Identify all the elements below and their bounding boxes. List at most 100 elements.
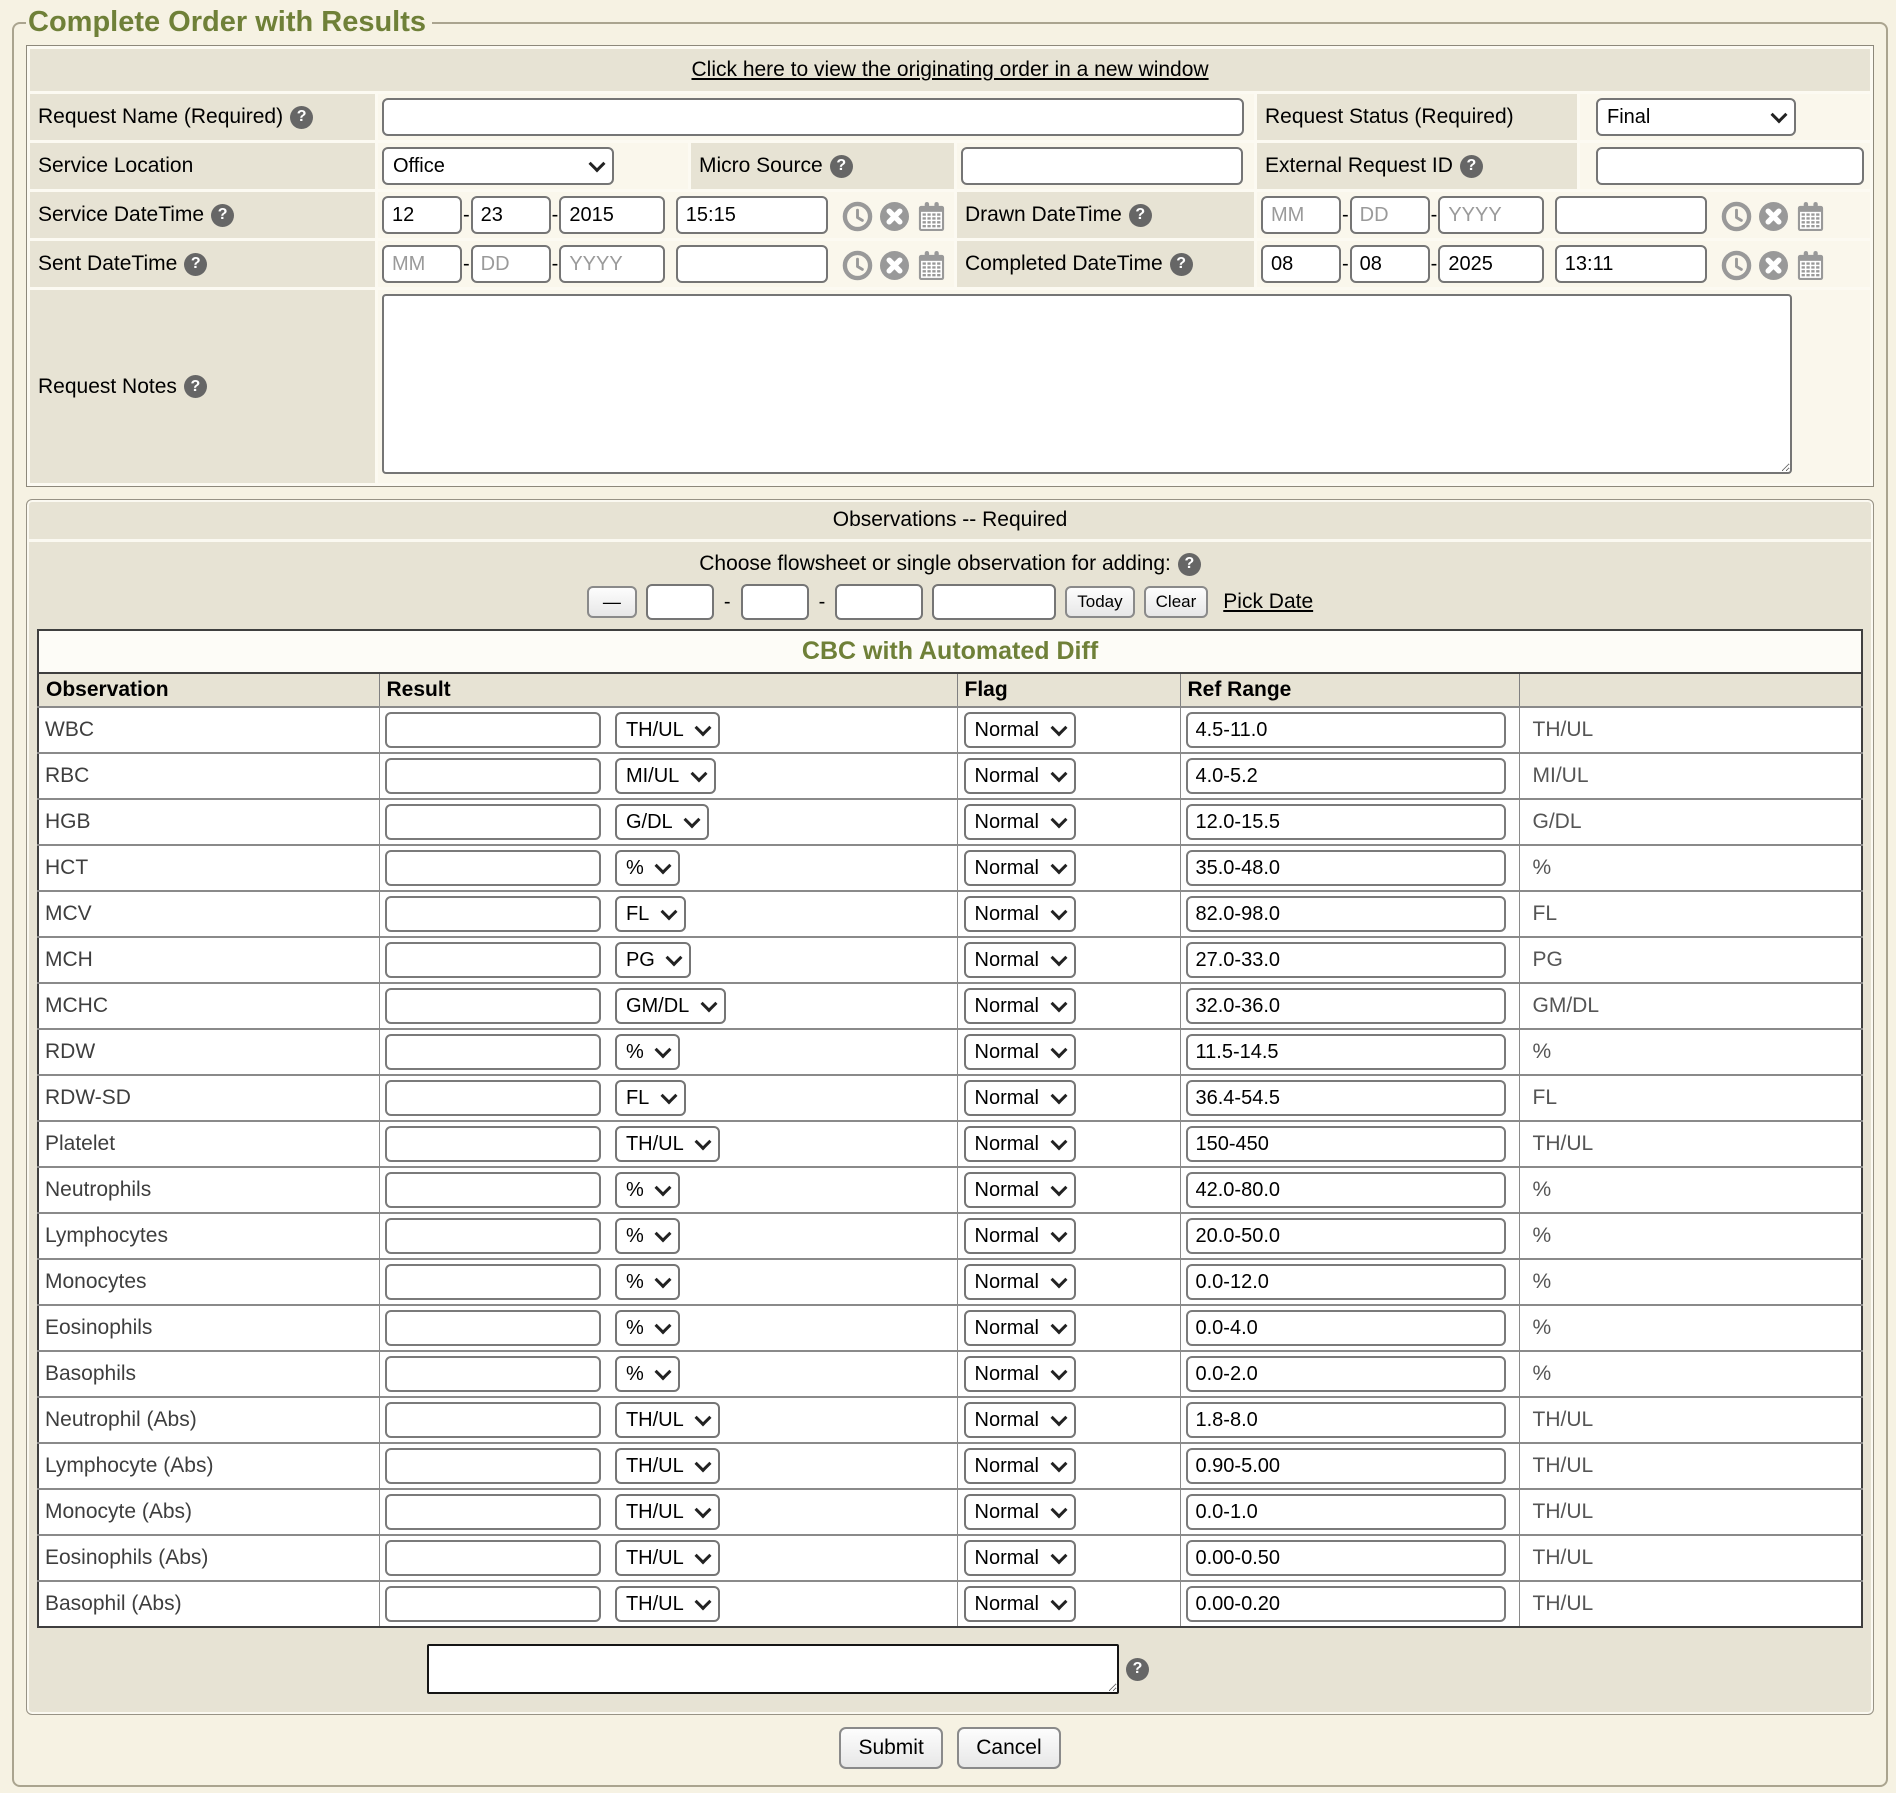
ref-range-input[interactable] xyxy=(1186,1494,1506,1530)
result-unit-select[interactable]: % xyxy=(615,1218,680,1254)
help-icon[interactable]: ? xyxy=(290,106,313,129)
cancel-button[interactable]: Cancel xyxy=(957,1727,1060,1769)
ref-range-input[interactable] xyxy=(1186,1540,1506,1576)
calendar-icon[interactable] xyxy=(1795,201,1826,232)
result-unit-select[interactable]: MI/UL xyxy=(615,758,716,794)
pick-date-link[interactable]: Pick Date xyxy=(1223,590,1313,614)
sent-datetime-month-input[interactable] xyxy=(382,245,462,283)
ref-range-input[interactable] xyxy=(1186,1402,1506,1438)
service-datetime-month-input[interactable] xyxy=(382,196,462,234)
result-input[interactable] xyxy=(385,1218,601,1254)
result-unit-select[interactable]: % xyxy=(615,1172,680,1208)
ref-range-input[interactable] xyxy=(1186,712,1506,748)
ref-range-input[interactable] xyxy=(1186,1356,1506,1392)
result-unit-select[interactable]: FL xyxy=(615,896,686,932)
submit-button[interactable]: Submit xyxy=(839,1727,942,1769)
flag-select[interactable]: Normal xyxy=(964,804,1076,840)
flag-select[interactable]: Normal xyxy=(964,1310,1076,1346)
result-unit-select[interactable]: PG xyxy=(615,942,691,978)
clear-button[interactable]: Clear xyxy=(1144,586,1209,618)
help-icon[interactable]: ? xyxy=(1129,204,1152,227)
help-icon[interactable]: ? xyxy=(830,155,853,178)
result-unit-select[interactable]: TH/UL xyxy=(615,1126,720,1162)
sent-datetime-day-input[interactable] xyxy=(471,245,551,283)
flag-select[interactable]: Normal xyxy=(964,1126,1076,1162)
result-input[interactable] xyxy=(385,850,601,886)
result-input[interactable] xyxy=(385,804,601,840)
completed-datetime-day-input[interactable] xyxy=(1350,245,1430,283)
clear-date-icon[interactable] xyxy=(879,201,910,232)
result-input[interactable] xyxy=(385,1126,601,1162)
help-icon[interactable]: ? xyxy=(211,204,234,227)
clock-icon[interactable] xyxy=(842,201,873,232)
clear-date-icon[interactable] xyxy=(1758,250,1789,281)
flag-select[interactable]: Normal xyxy=(964,942,1076,978)
ref-range-input[interactable] xyxy=(1186,1126,1506,1162)
external-request-id-input[interactable] xyxy=(1596,147,1864,185)
service-location-select[interactable]: Office xyxy=(382,147,614,185)
result-input[interactable] xyxy=(385,1356,601,1392)
result-input[interactable] xyxy=(385,896,601,932)
flag-select[interactable]: Normal xyxy=(964,1218,1076,1254)
flag-select[interactable]: Normal xyxy=(964,1034,1076,1070)
ref-range-input[interactable] xyxy=(1186,1172,1506,1208)
calendar-icon[interactable] xyxy=(916,201,947,232)
flag-select[interactable]: Normal xyxy=(964,896,1076,932)
result-input[interactable] xyxy=(385,1172,601,1208)
ref-range-input[interactable] xyxy=(1186,758,1506,794)
drawn-datetime-year-input[interactable] xyxy=(1438,196,1544,234)
micro-source-input[interactable] xyxy=(961,147,1243,185)
result-input[interactable] xyxy=(385,942,601,978)
completed-datetime-month-input[interactable] xyxy=(1261,245,1341,283)
clock-icon[interactable] xyxy=(1721,250,1752,281)
drawn-datetime-day-input[interactable] xyxy=(1350,196,1430,234)
result-input[interactable] xyxy=(385,1034,601,1070)
flag-select[interactable]: Normal xyxy=(964,988,1076,1024)
result-unit-select[interactable]: % xyxy=(615,1264,680,1300)
ref-range-input[interactable] xyxy=(1186,1310,1506,1346)
flag-select[interactable]: Normal xyxy=(964,712,1076,748)
originating-order-link[interactable]: Click here to view the originating order… xyxy=(691,58,1208,81)
result-input[interactable] xyxy=(385,1494,601,1530)
ref-range-input[interactable] xyxy=(1186,1034,1506,1070)
calendar-icon[interactable] xyxy=(916,250,947,281)
result-unit-select[interactable]: TH/UL xyxy=(615,1540,720,1576)
result-unit-select[interactable]: % xyxy=(615,1034,680,1070)
observation-note-input[interactable] xyxy=(427,1644,1119,1694)
service-datetime-time-input[interactable] xyxy=(676,196,828,234)
drawn-datetime-month-input[interactable] xyxy=(1261,196,1341,234)
flag-select[interactable]: Normal xyxy=(964,1402,1076,1438)
result-unit-select[interactable]: TH/UL xyxy=(615,1586,720,1622)
result-unit-select[interactable]: GM/DL xyxy=(615,988,726,1024)
request-name-input[interactable] xyxy=(382,98,1244,136)
result-input[interactable] xyxy=(385,1448,601,1484)
result-input[interactable] xyxy=(385,1310,601,1346)
result-input[interactable] xyxy=(385,988,601,1024)
flag-select[interactable]: Normal xyxy=(964,1494,1076,1530)
flag-select[interactable]: Normal xyxy=(964,1080,1076,1116)
service-datetime-year-input[interactable] xyxy=(559,196,665,234)
flag-select[interactable]: Normal xyxy=(964,1586,1076,1622)
result-input[interactable] xyxy=(385,1586,601,1622)
result-unit-select[interactable]: G/DL xyxy=(615,804,709,840)
ref-range-input[interactable] xyxy=(1186,896,1506,932)
completed-datetime-year-input[interactable] xyxy=(1438,245,1544,283)
result-input[interactable] xyxy=(385,1540,601,1576)
ref-range-input[interactable] xyxy=(1186,942,1506,978)
result-input[interactable] xyxy=(385,1264,601,1300)
flag-select[interactable]: Normal xyxy=(964,758,1076,794)
flag-select[interactable]: Normal xyxy=(964,1448,1076,1484)
help-icon[interactable]: ? xyxy=(1126,1658,1149,1681)
service-datetime-day-input[interactable] xyxy=(471,196,551,234)
flag-select[interactable]: Normal xyxy=(964,1356,1076,1392)
clear-date-icon[interactable] xyxy=(1758,201,1789,232)
result-unit-select[interactable]: TH/UL xyxy=(615,1402,720,1438)
help-icon[interactable]: ? xyxy=(184,375,207,398)
ref-range-input[interactable] xyxy=(1186,1264,1506,1300)
sent-datetime-year-input[interactable] xyxy=(559,245,665,283)
ref-range-input[interactable] xyxy=(1186,1080,1506,1116)
result-unit-select[interactable]: % xyxy=(615,1310,680,1346)
obs-date-time-input[interactable] xyxy=(932,584,1056,620)
request-status-select[interactable]: Final xyxy=(1596,98,1796,136)
obs-date-month-input[interactable] xyxy=(646,584,714,620)
